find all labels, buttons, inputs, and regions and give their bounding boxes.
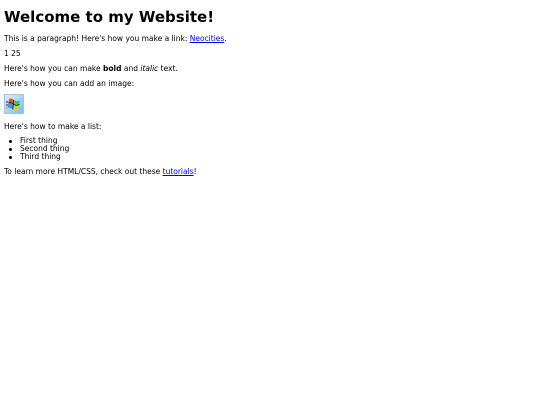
page: Welcome to my Website! This is a paragra… — [0, 0, 540, 405]
footer-paragraph: To learn more HTML/CSS, check out these … — [4, 167, 197, 177]
formatting-text-middle: and — [121, 64, 141, 73]
list-item: Third thing — [8, 153, 69, 161]
footer-punctuation: ! — [193, 167, 197, 176]
page-title: Welcome to my Website! — [4, 8, 215, 26]
italic-text: italic — [140, 64, 159, 73]
list-intro-paragraph: Here's how to make a list: — [4, 122, 102, 131]
image-intro-paragraph: Here's how you can add an image: — [4, 79, 135, 88]
footer-text: To learn more HTML/CSS, check out these — [4, 167, 163, 176]
neocities-link[interactable]: Neocities — [190, 34, 225, 43]
formatting-text-after: text. — [158, 64, 178, 73]
formatting-text-before: Here's how you can make — [4, 64, 103, 73]
formatting-paragraph: Here's how you can make bold and italic … — [4, 64, 178, 74]
intro-paragraph: This is a paragraph! Here's how you make… — [4, 34, 227, 44]
tutorials-link[interactable]: tutorials — [163, 167, 194, 176]
windows-logo-icon — [4, 94, 24, 114]
numbers-paragraph: 1 25 — [4, 49, 21, 58]
intro-text: This is a paragraph! Here's how you make… — [4, 34, 190, 43]
intro-punctuation: . — [224, 34, 227, 43]
bold-text: bold — [103, 64, 122, 73]
item-list: First thing Second thing Third thing — [8, 137, 69, 161]
